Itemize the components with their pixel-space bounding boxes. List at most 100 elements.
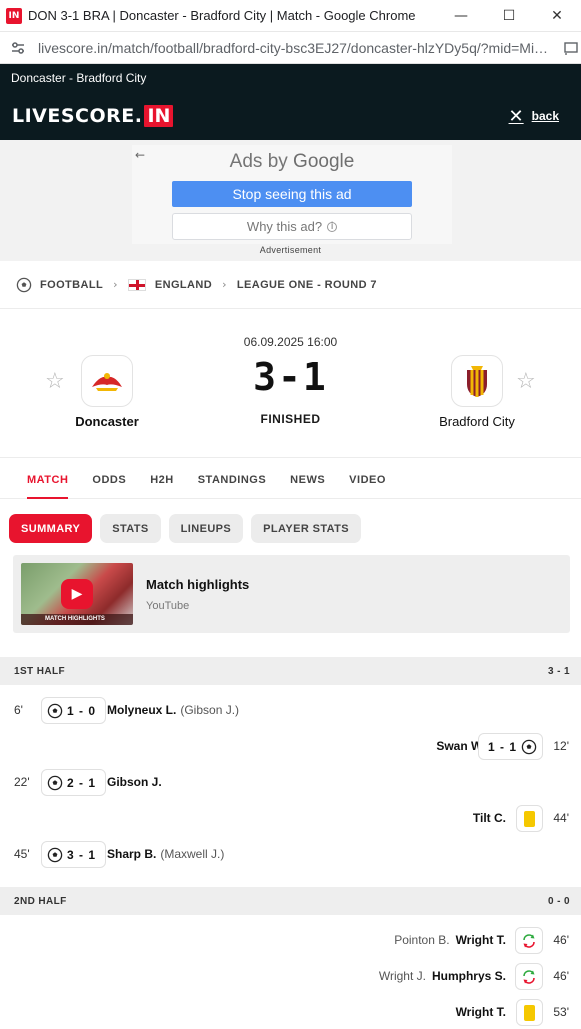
site-header: LIVESCORE. IN ✕ back (0, 92, 581, 140)
event-score: 1 - 1 (487, 739, 517, 754)
maximize-button[interactable]: ☐ (485, 0, 533, 32)
event-player[interactable]: Wright J. Humphrys S. (379, 969, 506, 983)
event-row: Tilt C. 44' (0, 801, 581, 837)
event-player[interactable]: Wright T. (456, 1005, 506, 1019)
chevron-right-icon: › (222, 278, 227, 291)
bradford-city-crest-icon (451, 355, 503, 407)
back-label: back (531, 109, 559, 123)
back-link[interactable]: ✕ back (509, 106, 559, 127)
soccer-ball-icon (47, 775, 63, 790)
event-player[interactable]: Tilt C. (473, 811, 506, 825)
tab-standings[interactable]: STANDINGS (186, 474, 278, 498)
event-player[interactable]: Gibson J. (107, 775, 162, 789)
event-minute: 45' (14, 847, 30, 861)
goal-badge: 3 - 1 (41, 841, 107, 868)
breadcrumb-league[interactable]: LEAGUE ONE - ROUND 7 (237, 279, 377, 291)
highlights-thumbnail[interactable]: ▶ MATCH HIGHLIGHTS (21, 563, 133, 625)
event-assist: (Maxwell J.) (160, 847, 225, 861)
close-icon: ✕ (508, 105, 524, 127)
breadcrumb-country[interactable]: ENGLAND (155, 279, 212, 291)
play-icon[interactable]: ▶ (61, 579, 93, 609)
tab-match[interactable]: MATCH (15, 474, 80, 499)
yellow-card-icon (524, 810, 535, 827)
ad-box: ← Ads by Google Stop seeing this ad Why … (132, 145, 452, 244)
info-icon: i (327, 221, 338, 232)
card-badge (516, 999, 543, 1026)
site-settings-icon[interactable] (8, 38, 28, 58)
event-assist: (Gibson J.) (180, 703, 240, 717)
event-row: 45' 3 - 1 Sharp B. (Maxwell J.) (0, 837, 581, 873)
event-row: Wright T. 53' (0, 995, 581, 1029)
event-player[interactable]: Pointon B. Wright T. (394, 933, 506, 947)
soccer-ball-icon (47, 703, 63, 718)
goal-badge: 2 - 1 (41, 769, 107, 796)
chevron-right-icon: › (113, 278, 118, 291)
tab-video[interactable]: VIDEO (337, 474, 398, 498)
event-score: 1 - 0 (67, 703, 97, 718)
match-header: ☆ Doncaster 06.09.2025 16:00 3-1 FINISHE… (0, 309, 581, 458)
period-header: 2ND HALF 0 - 0 (0, 887, 581, 915)
event-minute: 6' (14, 703, 23, 717)
substitution-icon (523, 933, 535, 948)
thumbnail-caption: MATCH HIGHLIGHTS (21, 614, 133, 625)
event-row: Pointon B. Wright T. 46' (0, 923, 581, 959)
tab-news[interactable]: NEWS (278, 474, 337, 498)
address-bar[interactable]: livescore.in/match/football/bradford-cit… (0, 32, 581, 64)
event-row: Wright J. Humphrys S. 46' (0, 959, 581, 995)
breadcrumb-sport[interactable]: FOOTBALL (40, 279, 103, 291)
event-player[interactable]: Sharp B. (Maxwell J.) (107, 847, 224, 861)
why-this-ad-button[interactable]: Why this ad? i (172, 213, 412, 240)
breadcrumb: FOOTBALL › ENGLAND › LEAGUE ONE - ROUND … (0, 261, 581, 309)
close-window-button[interactable]: ✕ (533, 0, 581, 32)
livescore-logo[interactable]: LIVESCORE. IN (12, 105, 174, 127)
event-minute: 22' (14, 775, 30, 789)
logo-badge: IN (144, 105, 174, 127)
minimize-button[interactable]: — (437, 0, 485, 32)
period-header: 1ST HALF 3 - 1 (0, 657, 581, 685)
event-row: 6' 1 - 0 Molyneux L. (Gibson J.) (0, 693, 581, 729)
soccer-ball-icon (521, 739, 537, 754)
cast-icon[interactable] (563, 40, 579, 56)
yellow-card-icon (524, 1004, 535, 1021)
event-score: 3 - 1 (67, 847, 97, 862)
event-minute: 12' (553, 739, 569, 753)
favorite-star-icon[interactable]: ☆ (516, 369, 536, 394)
match-subtitle: Doncaster - Bradford City (0, 64, 581, 92)
stop-seeing-ad-button[interactable]: Stop seeing this ad (172, 181, 412, 207)
ads-by-google: Ads by Google (229, 151, 355, 172)
browser-title-bar: IN DON 3-1 BRA | Doncaster - Bradford Ci… (0, 0, 581, 32)
away-team-name: Bradford City (439, 414, 515, 429)
event-row: 22' 2 - 1 Gibson J. (0, 765, 581, 801)
url-text[interactable]: livescore.in/match/football/bradford-cit… (38, 40, 553, 56)
goal-badge: 1 - 1 (477, 733, 543, 760)
subtab-lineups[interactable]: LINEUPS (168, 514, 244, 543)
subtab-summary[interactable]: SUMMARY (9, 514, 93, 543)
event-minute: 44' (553, 811, 569, 825)
subtab-stats[interactable]: STATS (100, 514, 161, 543)
period-score: 0 - 0 (547, 895, 570, 907)
event-minute: 46' (553, 969, 569, 983)
substitution-icon (523, 969, 535, 984)
highlights-source: YouTube (146, 599, 190, 612)
soccer-ball-icon (47, 847, 63, 862)
period-score: 3 - 1 (547, 665, 570, 677)
tab-odds[interactable]: ODDS (80, 474, 138, 498)
match-highlights-card[interactable]: ▶ MATCH HIGHLIGHTS Match highlights YouT… (13, 555, 570, 633)
event-minute: 53' (553, 1005, 569, 1019)
period-name: 2ND HALF (14, 895, 67, 907)
event-score: 2 - 1 (67, 775, 97, 790)
event-sub-out: Wright J. (378, 969, 426, 983)
match-date: 06.09.2025 16:00 (243, 335, 338, 349)
event-sub-out: Pointon B. (394, 933, 450, 947)
event-player[interactable]: Molyneux L. (Gibson J.) (107, 703, 239, 717)
tab-h2h[interactable]: H2H (138, 474, 186, 498)
match-tabs: MATCH ODDS H2H STANDINGS NEWS VIDEO (0, 458, 581, 499)
substitution-badge (515, 963, 543, 990)
logo-text: LIVESCORE. (12, 105, 143, 127)
event-minute: 46' (553, 933, 569, 947)
summary-subtabs: SUMMARY STATS LINEUPS PLAYER STATS (0, 499, 581, 543)
england-flag-icon (127, 278, 146, 291)
ad-zone: ← Ads by Google Stop seeing this ad Why … (0, 140, 581, 261)
subtab-player-stats[interactable]: PLAYER STATS (251, 514, 362, 543)
card-badge (516, 805, 543, 832)
